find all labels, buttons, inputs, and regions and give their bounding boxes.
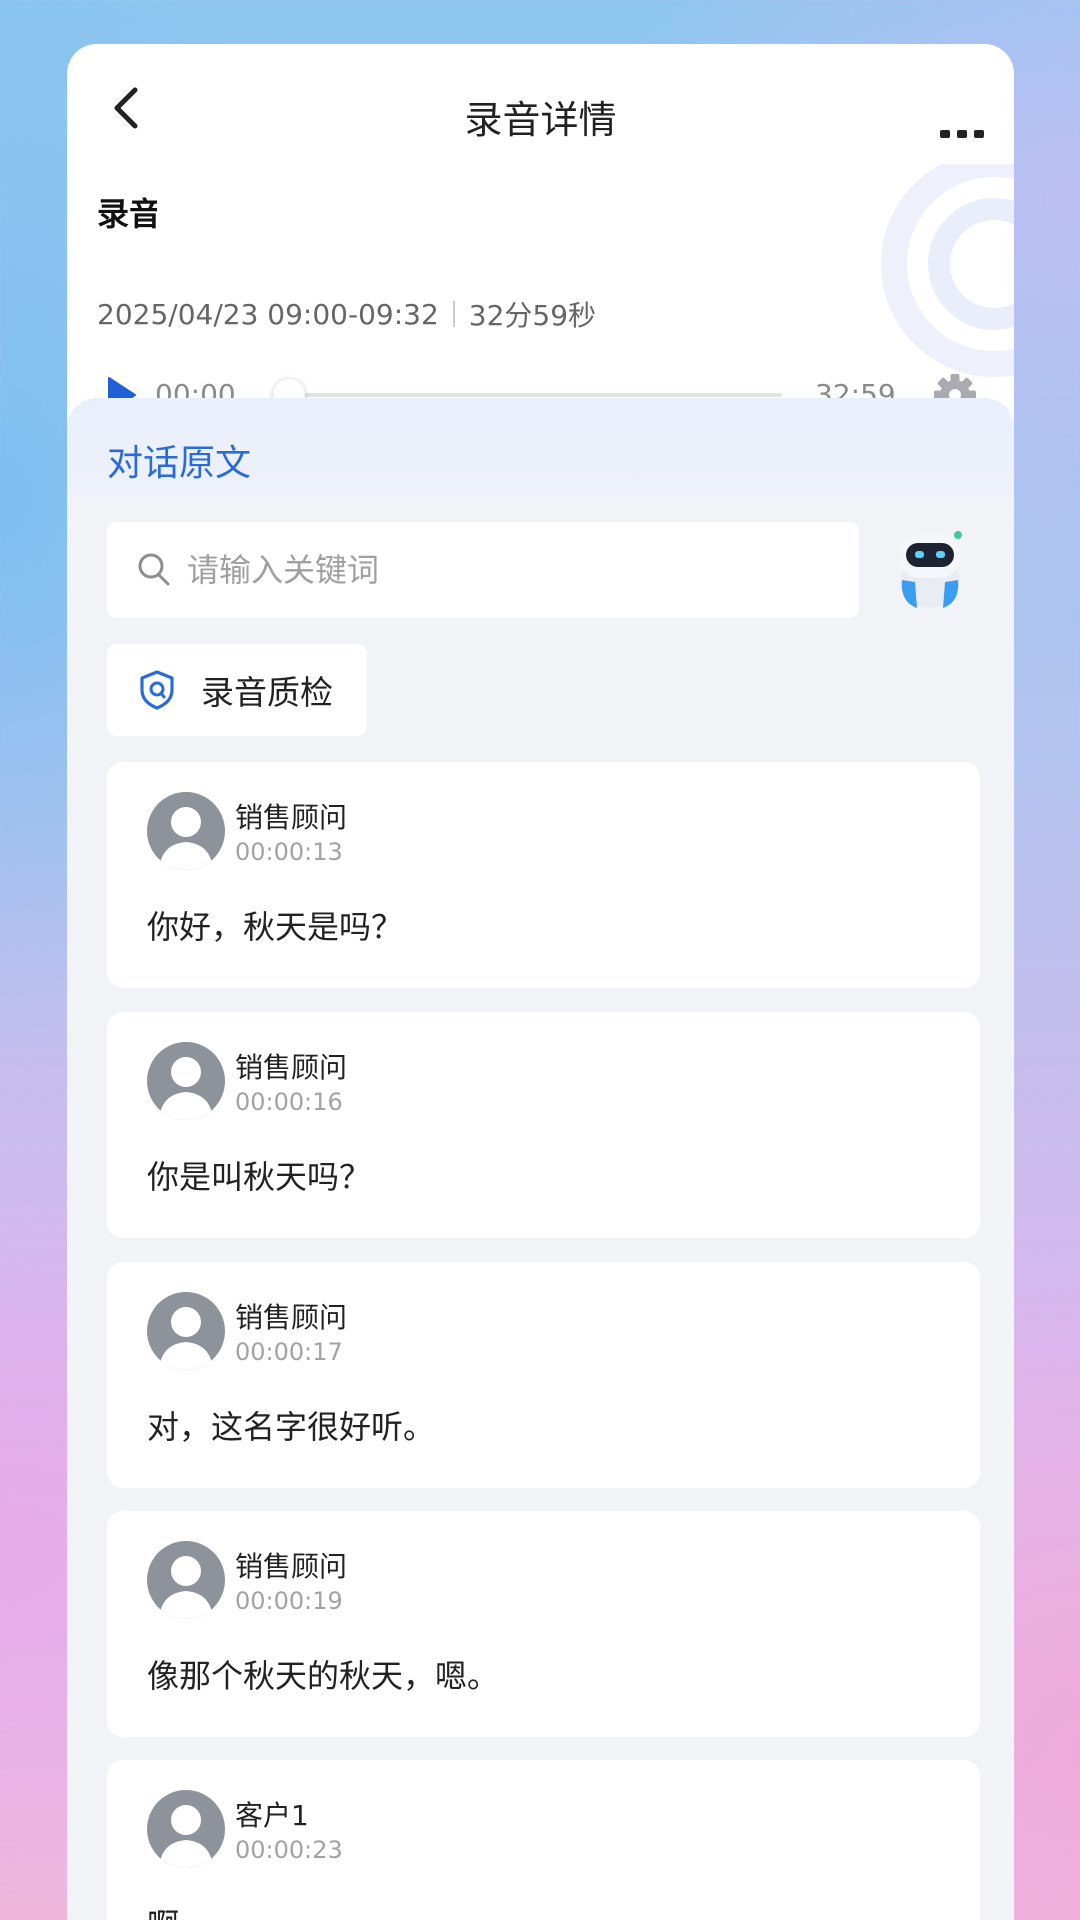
message-timestamp: 00:00:16: [235, 1088, 343, 1116]
message-timestamp: 00:00:19: [235, 1587, 343, 1615]
avatar-icon: [147, 1042, 225, 1120]
message-text: 对，这名字很好听。: [147, 1408, 436, 1446]
avatar-icon: [147, 792, 225, 870]
message-text: 啊。: [147, 1900, 211, 1920]
top-bar: 录音详情: [67, 44, 1014, 164]
transcript-message[interactable]: 销售顾问 00:00:13 你好，秋天是吗？: [107, 762, 980, 988]
speaker-name: 销售顾问: [235, 1301, 348, 1334]
quality-check-label: 录音质检: [201, 673, 333, 712]
search-icon: [138, 553, 170, 586]
recording-info-panel: 录音详情 录音 2025/04/23 09:00-09:32 32分59秒 00…: [67, 44, 1014, 444]
message-timestamp: 00:00:13: [235, 838, 343, 866]
message-text: 你是叫秋天吗？: [147, 1158, 372, 1196]
transcript-message[interactable]: 销售顾问 00:00:16 你是叫秋天吗？: [107, 1012, 980, 1238]
recording-datetime: 2025/04/23 09:00-09:32: [97, 297, 439, 331]
message-text: 像那个秋天的秋天，嗯。: [147, 1657, 500, 1695]
message-timestamp: 00:00:17: [235, 1338, 343, 1366]
search-input[interactable]: [187, 522, 827, 618]
recording-duration: 32分59秒: [468, 299, 597, 332]
recording-name: 录音: [97, 195, 157, 233]
search-box[interactable]: [107, 522, 859, 618]
transcript-title: 对话原文: [107, 443, 252, 484]
speaker-name: 销售顾问: [235, 1550, 348, 1583]
avatar-icon: [147, 1292, 225, 1370]
avatar-icon: [147, 1541, 225, 1619]
avatar-icon: [147, 1790, 225, 1868]
quality-check-button[interactable]: 录音质检: [107, 644, 367, 736]
speaker-name: 客户1: [235, 1799, 309, 1832]
progress-track[interactable]: [282, 393, 782, 397]
robot-icon[interactable]: [885, 522, 975, 612]
recording-meta: 2025/04/23 09:00-09:32 32分59秒: [97, 294, 596, 334]
more-icon[interactable]: [940, 128, 984, 140]
recording-detail-card: 录音详情 录音 2025/04/23 09:00-09:32 32分59秒 00…: [67, 44, 1014, 1920]
speaker-name: 销售顾问: [235, 801, 348, 834]
transcript-message[interactable]: 客户1 00:00:23 啊。: [107, 1760, 980, 1920]
message-timestamp: 00:00:23: [235, 1836, 343, 1864]
transcript-message[interactable]: 销售顾问 00:00:17 对，这名字很好听。: [107, 1262, 980, 1488]
transcript-message[interactable]: 销售顾问 00:00:19 像那个秋天的秋天，嗯。: [107, 1511, 980, 1737]
speaker-name: 销售顾问: [235, 1051, 348, 1084]
message-text: 你好，秋天是吗？: [147, 908, 404, 946]
page-title: 录音详情: [464, 98, 617, 142]
shield-icon: [140, 670, 174, 710]
meta-divider: [452, 301, 455, 327]
